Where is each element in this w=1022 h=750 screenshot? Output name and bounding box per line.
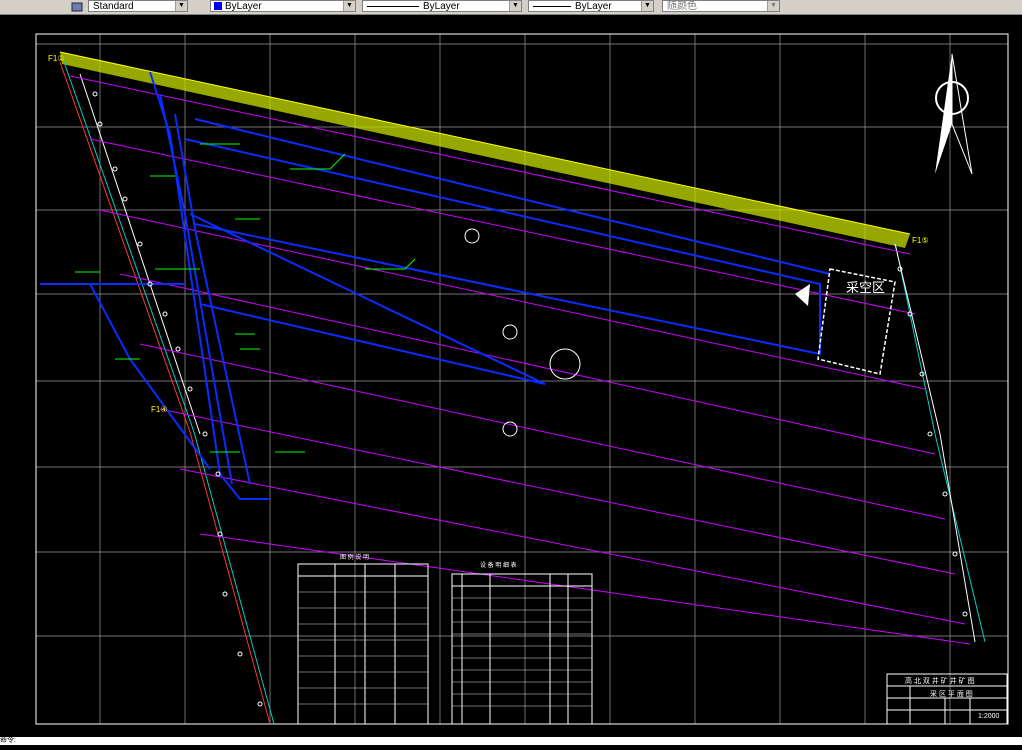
linetype-dropdown[interactable]: ByLayer ▼ — [362, 0, 522, 12]
chevron-down-icon: ▼ — [509, 1, 521, 11]
text-style-value: Standard — [93, 1, 134, 12]
chevron-down-icon: ▼ — [767, 1, 779, 11]
title-block-subtitle: 采 区 平 面 图 — [930, 691, 973, 698]
linetype-preview — [367, 5, 419, 7]
chevron-down-icon: ▼ — [175, 1, 187, 11]
lineweight-dropdown[interactable]: ByLayer ▼ — [528, 0, 654, 12]
plotstyle-value: 随颜色 — [667, 1, 697, 12]
north-arrow-icon — [935, 53, 973, 175]
chevron-down-icon: ▼ — [343, 1, 355, 11]
fault-label: F1① — [48, 54, 65, 63]
lineweight-preview — [533, 5, 571, 7]
survey-points — [92, 91, 968, 707]
station-symbol — [549, 348, 581, 380]
cad-drawing — [35, 33, 1009, 725]
text-style-dropdown[interactable]: Standard ▼ — [88, 0, 188, 12]
color-value: ByLayer — [225, 1, 262, 12]
lineweight-value: ByLayer — [575, 1, 612, 12]
command-line[interactable]: 命令: — [0, 737, 1022, 745]
legend-table — [297, 563, 429, 725]
command-prompt: 命令: — [0, 737, 16, 744]
goaf-zone-label: 采空区 — [846, 280, 886, 295]
legend-title: 图 例 说 明 — [340, 555, 370, 561]
well-symbol — [464, 228, 480, 244]
title-block-title: 高 北 双 井 矿 井 矿 图 — [905, 678, 975, 685]
fault-hatch-band — [60, 52, 910, 248]
fault-label: F1⑤ — [912, 236, 929, 245]
chevron-down-icon: ▼ — [641, 1, 653, 11]
plotstyle-dropdown[interactable]: 随颜色 ▼ — [662, 0, 780, 12]
drawing-canvas[interactable]: F1① F1⑤ F1④ 采空区 图 例 说 明 设 备 明 细 表 高 北 双 … — [0, 14, 1022, 745]
properties-toolbar: Standard ▼ ByLayer ▼ ByLayer ▼ ByLayer ▼… — [0, 0, 1022, 15]
title-block-scale: 1:2000 — [978, 713, 1000, 720]
linetype-value: ByLayer — [423, 1, 460, 12]
color-dropdown[interactable]: ByLayer ▼ — [210, 0, 356, 12]
fault-label: F1④ — [151, 405, 168, 414]
color-swatch — [214, 2, 222, 10]
equipment-table — [451, 573, 593, 725]
triangle-marker — [795, 284, 810, 306]
text-style-icon[interactable] — [70, 0, 84, 12]
table-title: 设 备 明 细 表 — [480, 563, 517, 569]
